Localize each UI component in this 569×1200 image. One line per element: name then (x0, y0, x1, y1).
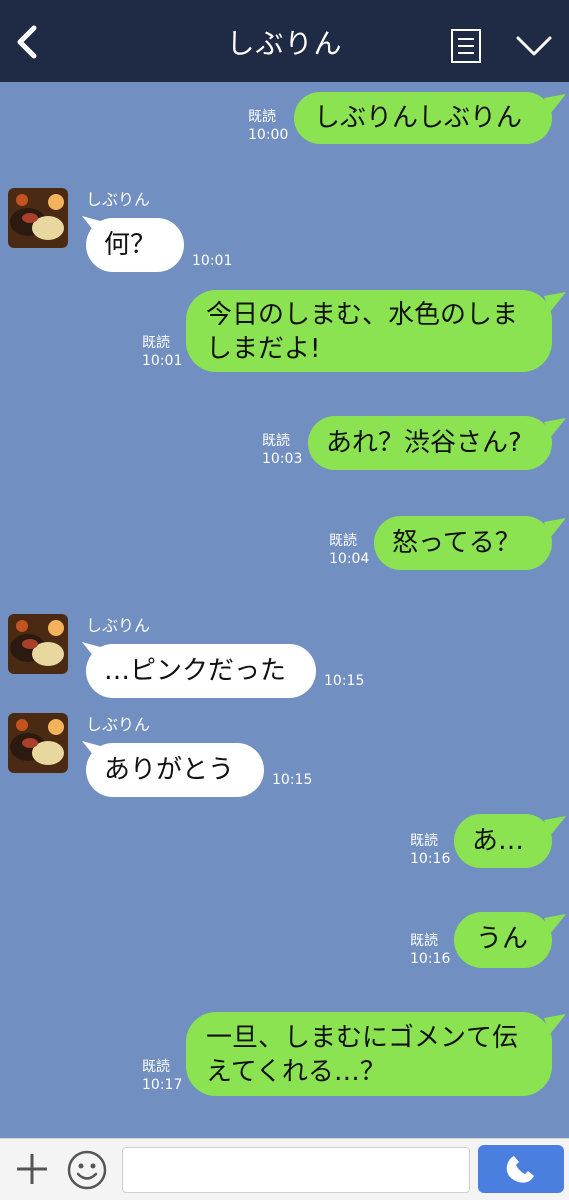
read-receipt: 既読 (262, 433, 290, 449)
outgoing-bubble[interactable]: うん (454, 912, 552, 968)
message-time: 10:03 (262, 451, 303, 467)
smiley-icon[interactable] (66, 1149, 108, 1191)
outgoing-bubble[interactable]: あ… (454, 814, 552, 868)
message-text: 一旦、しまむにゴメンて伝えてくれる…？ (206, 1023, 519, 1087)
incoming-bubble[interactable]: ありがとう (86, 743, 264, 797)
message-text: うん (476, 924, 529, 954)
bubble-tail (544, 292, 566, 312)
read-receipt: 既読 (142, 1059, 170, 1075)
outgoing-bubble[interactable]: しぶりんしぶりん (294, 92, 552, 144)
read-receipt: 既読 (410, 833, 438, 849)
bubble-tail (544, 816, 566, 836)
message-text: …ピンクだった (104, 656, 287, 686)
message-text: 今日のしまむ、水色のしましまだよ! (206, 300, 519, 364)
avatar[interactable] (8, 614, 68, 674)
read-receipt: 既読 (329, 533, 357, 549)
message-text: 怒ってる？ (392, 528, 521, 558)
incoming-bubble[interactable]: …ピンクだった (86, 644, 316, 698)
incoming-bubble[interactable]: 何？ (86, 218, 184, 272)
plus-icon[interactable] (14, 1151, 50, 1187)
outgoing-bubble[interactable]: 怒ってる？ (374, 516, 552, 570)
message-meta: 既読 10:01 (142, 334, 182, 370)
menu-icon[interactable] (450, 28, 482, 64)
bubble-tail (544, 94, 566, 114)
message-time: 10:17 (142, 1077, 183, 1093)
outgoing-bubble[interactable]: 今日のしまむ、水色のしましまだよ! (186, 290, 552, 372)
avatar[interactable] (8, 188, 68, 248)
avatar-image (8, 713, 68, 773)
message-meta: 既読 10:04 (329, 532, 369, 568)
outgoing-bubble[interactable]: あれ？渋谷さん? (308, 416, 552, 470)
outgoing-bubble[interactable]: 一旦、しまむにゴメンて伝えてくれる…？ (186, 1012, 552, 1096)
call-button[interactable] (478, 1145, 564, 1193)
read-receipt: 既読 (410, 933, 438, 949)
message-time: 10:15 (272, 772, 313, 788)
message-time: 10:15 (324, 673, 365, 689)
bubble-tail (544, 914, 566, 934)
message-time: 10:16 (410, 951, 451, 967)
message-text: ありがとう (104, 755, 235, 785)
sender-name: しぶりん (86, 715, 151, 734)
message-time: 10:00 (248, 127, 289, 143)
bubble-tail (544, 418, 566, 438)
message-input[interactable] (122, 1147, 470, 1193)
message-meta: 既読 10:16 (410, 832, 450, 868)
chevron-down-icon[interactable] (514, 34, 554, 58)
message-meta: 既読 10:17 (142, 1058, 182, 1094)
sender-name: しぶりん (86, 190, 151, 209)
message-text: 何？ (104, 230, 157, 260)
message-meta: 既読 10:03 (262, 432, 302, 468)
avatar-image (8, 188, 68, 248)
phone-icon (506, 1156, 534, 1183)
message-text: あ… (472, 826, 525, 856)
message-text: あれ？渋谷さん? (326, 428, 522, 458)
message-meta: 既読 10:00 (248, 108, 288, 144)
read-receipt: 既読 (248, 109, 276, 125)
read-receipt: 既読 (142, 335, 170, 351)
message-time: 10:01 (192, 253, 233, 269)
avatar[interactable] (8, 713, 68, 773)
message-time: 10:04 (329, 551, 370, 567)
avatar-image (8, 614, 68, 674)
chat-header: しぶりん (0, 0, 569, 82)
bubble-tail (544, 518, 566, 538)
message-text: しぶりんしぶりん (314, 103, 523, 133)
message-meta: 既読 10:16 (410, 932, 450, 968)
message-time: 10:01 (142, 353, 183, 369)
sender-name: しぶりん (86, 616, 151, 635)
message-composer (0, 1138, 569, 1200)
bubble-tail (544, 1014, 566, 1034)
chat-title: しぶりん (226, 27, 343, 60)
message-time: 10:16 (410, 851, 451, 867)
message-list[interactable]: 既読 10:00 しぶりんしぶりん しぶりん 何？ 10:01 既読 10:01… (0, 82, 569, 1138)
